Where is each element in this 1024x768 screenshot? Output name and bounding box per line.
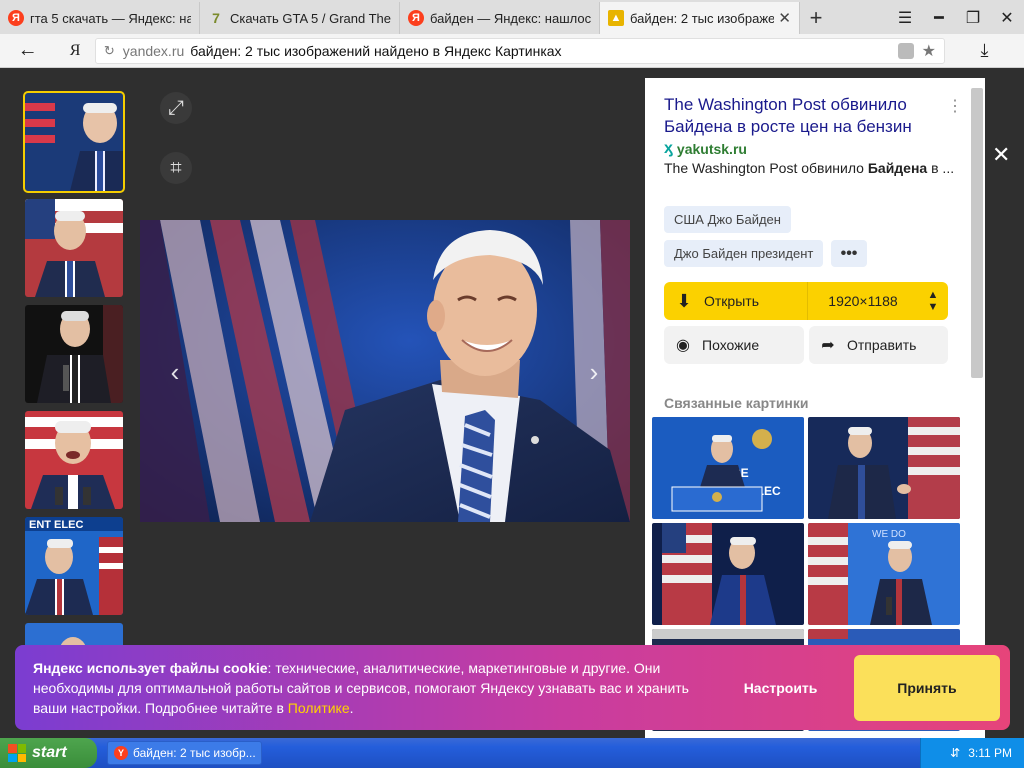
image-description: The Washington Post обвинило Байдена в .… bbox=[664, 160, 955, 176]
windows-logo-icon bbox=[8, 744, 26, 762]
close-tab-icon[interactable]: ✕ bbox=[778, 9, 791, 27]
panel-scrollbar[interactable] bbox=[971, 88, 983, 378]
gta-icon: 7 bbox=[212, 10, 220, 26]
prev-arrow-icon[interactable]: ‹ bbox=[156, 353, 194, 391]
back-arrow-icon[interactable]: ← bbox=[0, 39, 55, 62]
address-bar[interactable]: ↻ yandex.ru байден: 2 тыс изображений на… bbox=[94, 37, 945, 64]
share-arrow-icon: ➦ bbox=[821, 337, 835, 354]
system-tray: ⇵ 3:11 PM bbox=[920, 738, 1024, 768]
svg-text:ENT ELEC: ENT ELEC bbox=[29, 519, 83, 531]
yandex-icon: Я bbox=[408, 10, 424, 26]
similar-button[interactable]: ◉ Похожие bbox=[664, 326, 804, 364]
open-image-button[interactable]: ⬇ Открыть 1920×1188 ▲ ▼ bbox=[664, 282, 948, 320]
expand-icon[interactable]: ⤢ bbox=[160, 92, 192, 124]
viewer-tools: ⤢ ⌗ bbox=[160, 92, 192, 212]
open-label: Открыть bbox=[704, 293, 759, 309]
size-selector[interactable]: 1920×1188 bbox=[808, 293, 918, 309]
source-link[interactable]: ӽ yakutsk.ru bbox=[664, 140, 747, 158]
related-image[interactable] bbox=[652, 523, 804, 625]
start-button[interactable]: start bbox=[0, 738, 97, 768]
start-label: start bbox=[32, 744, 67, 761]
address-row: ← Я ↻ yandex.ru байден: 2 тыс изображени… bbox=[0, 34, 1024, 68]
svg-text:WE DO: WE DO bbox=[872, 529, 906, 540]
more-vertical-icon[interactable]: ⋮ bbox=[947, 96, 963, 116]
crop-icon[interactable]: ⌗ bbox=[160, 152, 192, 184]
task-label: байден: 2 тыс изобр... bbox=[133, 746, 256, 760]
camera-search-icon: ◉ bbox=[676, 337, 690, 354]
thumbnail[interactable]: ENT ELEC bbox=[25, 517, 123, 615]
tab-1[interactable]: 7 Скачать GTA 5 / Grand Thef bbox=[200, 2, 400, 34]
cookie-banner: Яндекс использует файлы cookie: техничес… bbox=[15, 645, 1010, 730]
tab-label: байден: 2 тыс изображе bbox=[630, 10, 775, 26]
thumbnail[interactable] bbox=[25, 411, 123, 509]
related-image[interactable]: WE DO bbox=[808, 523, 960, 625]
tab-3-active[interactable]: ▲ байден: 2 тыс изображе ✕ bbox=[600, 2, 800, 34]
tag-chip[interactable]: Джо Байден президент bbox=[664, 240, 824, 267]
next-arrow-icon[interactable]: › bbox=[575, 353, 613, 391]
minimize-icon[interactable]: ━ bbox=[922, 8, 956, 28]
policy-link[interactable]: Политике bbox=[288, 700, 350, 716]
tab-strip: Я гта 5 скачать — Яндекс: на 7 Скачать G… bbox=[0, 0, 1024, 34]
close-window-icon[interactable]: ✕ bbox=[990, 8, 1024, 28]
related-image[interactable] bbox=[808, 417, 960, 519]
download-icon: ⬇ bbox=[676, 290, 692, 311]
yandex-logo-icon[interactable]: Я bbox=[55, 42, 95, 60]
window-controls: ☰ ━ ❐ ✕ bbox=[888, 2, 1024, 34]
network-icon[interactable]: ⇵ bbox=[950, 746, 960, 760]
taskbar: start Y байден: 2 тыс изобр... ⇵ 3:11 PM bbox=[0, 738, 1024, 768]
cookie-accept-button[interactable]: Принять bbox=[853, 654, 1001, 721]
tab-label: байден — Яндекс: нашлось bbox=[430, 10, 591, 26]
image-viewer: ENT ELEC ⤢ ⌗ ‹ › The Washington Post обв… bbox=[0, 68, 1024, 738]
taskbar-window-button[interactable]: Y байден: 2 тыс изобр... bbox=[107, 741, 262, 765]
bookmark-star-icon[interactable]: ★ bbox=[922, 41, 936, 61]
tab-2[interactable]: Я байден — Яндекс: нашлось bbox=[400, 2, 600, 34]
main-image[interactable] bbox=[140, 220, 630, 522]
image-icon: ▲ bbox=[608, 10, 624, 26]
url-title: байден: 2 тыс изображений найдено в Янде… bbox=[190, 42, 562, 59]
site-favicon-icon: ӽ bbox=[664, 140, 673, 157]
menu-icon[interactable]: ☰ bbox=[888, 8, 922, 28]
downloads-icon[interactable]: ⤓ bbox=[945, 40, 1024, 61]
related-image[interactable]: CET ELEC bbox=[652, 417, 804, 519]
close-viewer-icon[interactable]: ✕ bbox=[992, 142, 1010, 168]
reload-icon[interactable]: ↻ bbox=[104, 43, 115, 59]
thumbnail[interactable] bbox=[25, 305, 123, 403]
share-label: Отправить bbox=[847, 337, 917, 353]
protect-icon[interactable] bbox=[897, 42, 914, 59]
sort-arrows-icon[interactable]: ▲ ▼ bbox=[918, 289, 948, 313]
share-button[interactable]: ➦ Отправить bbox=[809, 326, 948, 364]
thumbnail-strip: ENT ELEC bbox=[23, 91, 125, 729]
new-tab-button[interactable]: + bbox=[800, 2, 832, 34]
image-title-link[interactable]: The Washington Post обвинило Байдена в р… bbox=[664, 94, 944, 138]
thumbnail-selected[interactable] bbox=[23, 91, 125, 193]
more-tags-button[interactable]: ••• bbox=[831, 240, 867, 267]
url-domain: yandex.ru bbox=[122, 42, 185, 59]
clock[interactable]: 3:11 PM bbox=[968, 746, 1012, 760]
restore-icon[interactable]: ❐ bbox=[956, 8, 990, 28]
info-panel: The Washington Post обвинило Байдена в р… bbox=[645, 78, 985, 738]
tab-0[interactable]: Я гта 5 скачать — Яндекс: на bbox=[0, 2, 200, 34]
yandex-browser-icon: Y bbox=[114, 746, 128, 760]
cookie-settings-button[interactable]: Настроить bbox=[717, 680, 844, 696]
related-heading: Связанные картинки bbox=[664, 395, 809, 411]
tab-label: Скачать GTA 5 / Grand Thef bbox=[230, 10, 391, 26]
tag-chip[interactable]: США Джо Байден bbox=[664, 206, 791, 233]
yandex-icon: Я bbox=[8, 10, 24, 26]
cookie-text: Яндекс использует файлы cookie: техничес… bbox=[33, 659, 689, 716]
similar-label: Похожие bbox=[702, 337, 760, 353]
tab-label: гта 5 скачать — Яндекс: на bbox=[30, 10, 191, 26]
thumbnail[interactable] bbox=[25, 199, 123, 297]
source-domain: yakutsk.ru bbox=[676, 141, 747, 157]
